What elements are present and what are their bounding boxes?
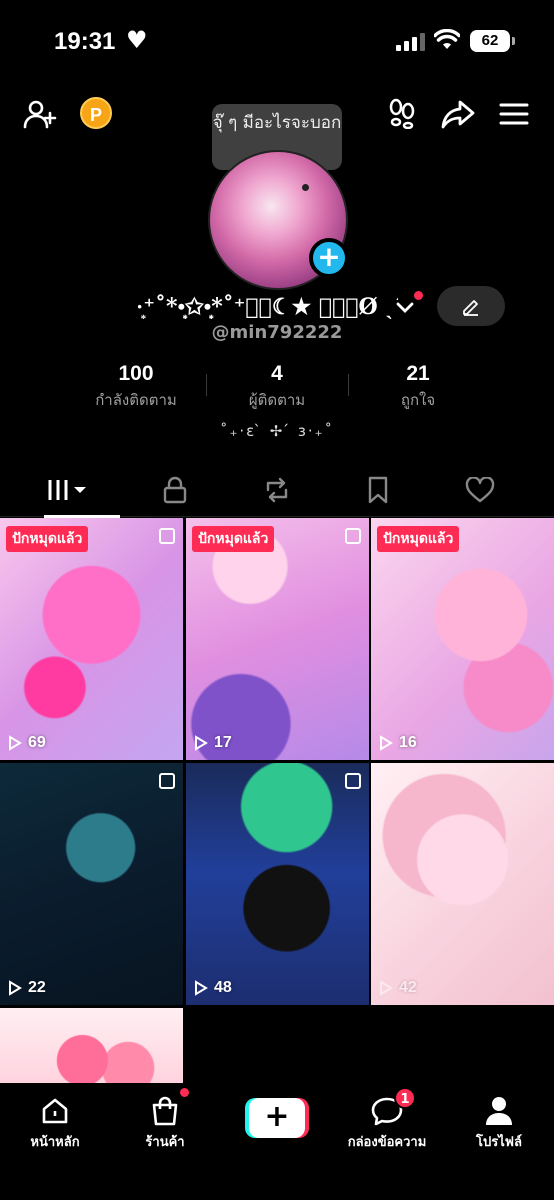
pinned-badge: ปักหมุดแล้ว	[377, 526, 460, 552]
view-count-value: 17	[214, 734, 232, 751]
nav-shop[interactable]: ร้านค้า	[110, 1091, 220, 1152]
nav-inbox[interactable]: กล่องข้อความ	[332, 1091, 442, 1152]
share-icon[interactable]	[440, 98, 476, 130]
multi-image-icon	[345, 773, 361, 789]
edit-profile-button[interactable]	[437, 286, 505, 326]
menu-icon[interactable]	[498, 100, 530, 128]
video-thumbnail[interactable]: 48	[186, 763, 369, 1005]
video-thumbnail[interactable]: ปักหมุดแล้ว 69	[0, 518, 183, 760]
bottom-nav: หน้าหลัก ร้านค้า + กล่องข้อความ 1 โปรไฟล…	[0, 1083, 554, 1200]
following-label: กำลังติดตาม	[95, 391, 177, 409]
video-thumbnail[interactable]	[0, 1008, 183, 1083]
play-icon	[9, 980, 22, 996]
heart-outline-icon	[465, 477, 495, 503]
videos-tab[interactable]	[14, 463, 124, 518]
video-thumbnail[interactable]: 22	[0, 763, 183, 1005]
add-friend-icon[interactable]	[22, 96, 58, 132]
nav-home[interactable]: หน้าหลัก	[0, 1091, 110, 1152]
signal-icon	[396, 33, 425, 51]
private-tab[interactable]	[120, 463, 230, 517]
lock-icon	[163, 476, 187, 504]
likes-count: 21	[406, 362, 430, 385]
bookmark-icon	[368, 476, 388, 504]
multi-image-icon	[159, 773, 175, 789]
view-count: 16	[379, 734, 417, 752]
notification-dot	[414, 291, 423, 300]
footprint-icon[interactable]	[386, 97, 418, 129]
repost-icon	[266, 477, 288, 503]
note-pointer-dot	[302, 184, 309, 191]
person-icon	[486, 1097, 512, 1125]
plus-icon: +	[249, 1098, 305, 1138]
add-story-button[interactable]: +	[309, 238, 349, 278]
following-count: 100	[118, 362, 154, 385]
view-count-value: 22	[28, 979, 46, 996]
status-bar: 19:31 ♥ 62	[0, 0, 554, 84]
followers-stat[interactable]: 4 ผู้ติดตาม	[212, 362, 342, 412]
wifi-icon	[434, 29, 460, 49]
display-name[interactable]: ·͙⁺˚*•̩̩͙✩•̩̩͙*˚⁺‧͙☾★ 𝑴𝒊𝒏Ø ˎˊ˗🌷✨·͙⁺˚…	[136, 294, 398, 320]
grid-icon	[48, 480, 86, 500]
play-icon	[380, 980, 393, 996]
video-thumbnail[interactable]: 42	[371, 763, 554, 1005]
followers-count: 4	[271, 362, 283, 385]
create-button[interactable]: +	[245, 1098, 309, 1138]
nav-inbox-label: กล่องข้อความ	[347, 1135, 427, 1150]
content-tabs	[0, 463, 554, 518]
play-icon	[9, 735, 22, 751]
followers-label: ผู้ติดตาม	[248, 391, 306, 409]
pinned-badge: ปักหมุดแล้ว	[6, 526, 89, 552]
nav-home-label: หน้าหลัก	[30, 1135, 80, 1150]
favorites-tab[interactable]	[323, 463, 433, 517]
username: @min792222	[211, 322, 343, 343]
video-thumbnail[interactable]: ปักหมุดแล้ว 16	[371, 518, 554, 760]
view-count: 42	[379, 979, 417, 997]
play-icon	[195, 980, 208, 996]
battery-indicator: 62	[470, 30, 515, 52]
multi-image-icon	[345, 528, 361, 544]
pinned-badge: ปักหมุดแล้ว	[192, 526, 275, 552]
view-count-value: 69	[28, 734, 46, 751]
coin-icon[interactable]: P	[80, 97, 112, 129]
likes-label: ถูกใจ	[400, 391, 436, 409]
nav-profile-label: โปรไฟล์	[476, 1135, 522, 1150]
nav-shop-label: ร้านค้า	[145, 1135, 185, 1150]
pencil-icon	[463, 300, 478, 316]
following-stat[interactable]: 100 กำลังติดตาม	[70, 362, 202, 412]
inbox-badge: 1	[394, 1087, 416, 1109]
divider	[206, 374, 207, 396]
stats-row: 100 กำลังติดตาม 4 ผู้ติดตาม 21 ถูกใจ	[0, 362, 554, 414]
view-count: 17	[194, 734, 232, 752]
play-icon	[380, 735, 393, 751]
chevron-down-icon[interactable]	[396, 301, 414, 315]
divider	[348, 374, 349, 396]
view-count-value: 16	[399, 734, 417, 751]
multi-image-icon	[159, 528, 175, 544]
bio-text: ˚₊·ɛ ̀ ✢ ́ ɜ·₊˚	[219, 422, 335, 440]
view-count: 48	[194, 979, 232, 997]
name-row: ·͙⁺˚*•̩̩͙✩•̩̩͙*˚⁺‧͙☾★ 𝑴𝒊𝒏Ø ˎˊ˗🌷✨·͙⁺˚…	[0, 286, 554, 326]
likes-stat[interactable]: 21 ถูกใจ	[356, 362, 480, 412]
view-count: 22	[8, 979, 46, 997]
view-count: 69	[8, 734, 46, 752]
view-count-value: 42	[399, 979, 417, 996]
view-count-value: 48	[214, 979, 232, 996]
home-icon	[42, 1098, 68, 1124]
status-time: 19:31	[54, 28, 116, 55]
shop-notification-dot	[180, 1088, 189, 1097]
liked-tab[interactable]	[425, 463, 535, 517]
reposts-tab[interactable]	[222, 463, 332, 517]
video-thumbnail[interactable]: ปักหมุดแล้ว 17	[186, 518, 369, 760]
heart-icon: ♥	[126, 26, 148, 54]
nav-profile[interactable]: โปรไฟล์	[444, 1091, 554, 1152]
shopping-bag-icon	[152, 1096, 178, 1126]
play-icon	[195, 735, 208, 751]
